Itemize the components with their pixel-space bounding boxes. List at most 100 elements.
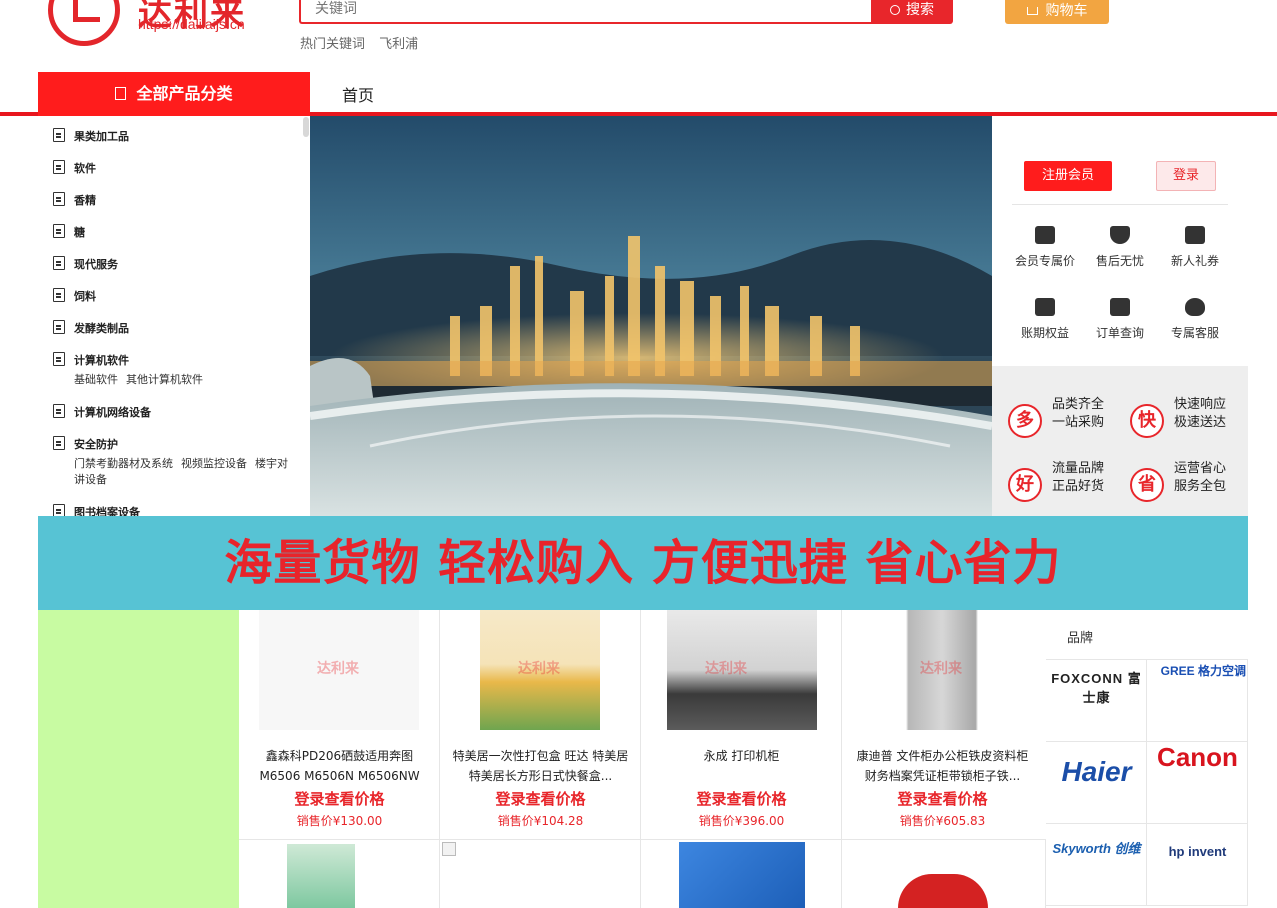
- category-item[interactable]: 现代服务: [50, 256, 300, 276]
- watermark-logo: 达利来: [705, 661, 747, 677]
- login-to-view-price[interactable]: 登录查看价格: [842, 788, 1043, 809]
- document-icon: [53, 436, 65, 450]
- hot-keywords-label: 热门关键词: [300, 37, 366, 52]
- product-card[interactable]: [842, 840, 1046, 908]
- promo-badge-icon: 省: [1130, 468, 1164, 502]
- brand-logo[interactable]: Haier: [1046, 742, 1147, 824]
- member-benefit[interactable]: 账期权益: [1010, 298, 1080, 341]
- document-icon: [53, 224, 65, 238]
- headset-icon: [1185, 298, 1205, 316]
- product-name[interactable]: 永成 打印机柜: [653, 746, 830, 786]
- product-name[interactable]: 康迪普 文件柜办公柜铁皮资料柜财务档案凭证柜带锁柜子铁...: [854, 746, 1031, 786]
- hot-keyword-link[interactable]: 飞利浦: [379, 37, 418, 52]
- category-item[interactable]: 计算机软件基础软件 其他计算机软件: [50, 352, 300, 402]
- category-name[interactable]: 果类加工品: [74, 128, 129, 144]
- brand-name: FOXCONN 富士康: [1051, 671, 1142, 705]
- product-image: [679, 842, 805, 908]
- product-name[interactable]: 鑫森科PD206硒鼓适用奔图M6506 M6506N M6506NW M6...: [251, 746, 428, 786]
- category-name[interactable]: 香精: [74, 192, 96, 208]
- category-name[interactable]: 糖: [74, 224, 85, 240]
- member-benefit[interactable]: 新人礼券: [1160, 226, 1230, 269]
- category-name[interactable]: 现代服务: [74, 256, 118, 272]
- category-name[interactable]: 软件: [74, 160, 96, 176]
- crown-icon: [1035, 298, 1055, 316]
- member-benefit[interactable]: 售后无忧: [1085, 226, 1155, 269]
- product-name[interactable]: 特美居一次性打包盒 旺达 特美居 特美居长方形日式快餐盒...: [452, 746, 629, 786]
- promo-line1: 流量品牌: [1052, 461, 1105, 476]
- category-sidebar[interactable]: 果类加工品 软件 香精糖现代服务 饲料 发酵类制品 计算机软件 基础软件 其他计算机软件 计算机…: [38, 116, 310, 516]
- brand-logo[interactable]: Canon: [1147, 742, 1248, 824]
- document-icon: [53, 288, 65, 302]
- register-button[interactable]: 注册会员: [1024, 161, 1112, 191]
- product-image[interactable]: 达利来: [667, 610, 817, 730]
- member-benefit[interactable]: 订单查询: [1085, 298, 1155, 341]
- category-name[interactable]: 饲料: [74, 288, 96, 304]
- product-image[interactable]: 达利来: [480, 610, 600, 730]
- search-input[interactable]: [299, 0, 873, 24]
- promo-text: 运营省心 服务全包: [1174, 460, 1254, 496]
- promo-badge-icon: 好: [1008, 468, 1042, 502]
- category-name[interactable]: 图书档案设备: [74, 504, 140, 516]
- service-promo-item: 快快速响应 极速送达: [1130, 396, 1250, 440]
- category-item[interactable]: 香精: [50, 192, 300, 212]
- product-card[interactable]: 达利来 康迪普 文件柜办公柜铁皮资料柜财务档案凭证柜带锁柜子铁... 登录查看价格销…: [842, 610, 1047, 840]
- login-to-view-price[interactable]: 登录查看价格: [440, 788, 641, 809]
- cart-button[interactable]: 购物车: [1005, 0, 1109, 24]
- all-categories-button[interactable]: 全部产品分类: [38, 72, 310, 116]
- product-image[interactable]: 达利来: [259, 610, 419, 730]
- category-name[interactable]: 计算机网络设备: [74, 404, 151, 420]
- category-item[interactable]: 计算机网络设备: [50, 404, 300, 424]
- product-image[interactable]: 达利来: [882, 610, 1002, 730]
- member-benefit-label: 售后无忧: [1095, 254, 1144, 268]
- login-to-view-price[interactable]: 登录查看价格: [641, 788, 842, 809]
- side-ad-block[interactable]: [38, 610, 239, 908]
- subcategory-link[interactable]: 基础软件: [74, 373, 118, 386]
- watermark-logo: 达利来: [317, 661, 359, 677]
- login-to-view-price[interactable]: 登录查看价格: [239, 788, 440, 809]
- brand-logo[interactable]: hp invent: [1147, 824, 1248, 906]
- brand-name: Canon: [1157, 742, 1238, 772]
- login-button[interactable]: 登录: [1156, 161, 1216, 191]
- product-card[interactable]: 达利来鑫森科PD206硒鼓适用奔图M6506 M6506N M6506NW M6…: [239, 610, 440, 840]
- brand-logo[interactable]: FOXCONN 富士康: [1046, 660, 1147, 742]
- brand-logo[interactable]: GREE 格力空调: [1147, 660, 1248, 742]
- search-button[interactable]: 搜索: [871, 0, 953, 24]
- hero-banner[interactable]: [310, 116, 992, 516]
- member-benefit[interactable]: 会员专属价: [1010, 226, 1080, 269]
- document-icon: [53, 128, 65, 142]
- product-card[interactable]: 达利来 永成 打印机柜 登录查看价格 销售价¥396.00: [641, 610, 842, 840]
- member-benefit-label: 订单查询: [1095, 326, 1144, 340]
- category-name[interactable]: 发酵类制品: [74, 320, 129, 336]
- product-card[interactable]: [239, 840, 440, 908]
- category-item[interactable]: 果类加工品: [50, 128, 300, 148]
- member-benefit[interactable]: 专属客服: [1160, 298, 1230, 341]
- member-benefit-label: 账期权益: [1020, 326, 1069, 340]
- document-icon: [53, 404, 65, 418]
- product-card[interactable]: [641, 840, 842, 908]
- category-item[interactable]: 发酵类制品: [50, 320, 300, 340]
- brand-name: GREE 格力空调: [1160, 664, 1246, 678]
- hot-keywords: 热门关键词 飞利浦: [300, 33, 428, 52]
- subcategory-link[interactable]: 视频监控设备: [181, 457, 247, 470]
- category-name[interactable]: 计算机软件: [74, 352, 129, 368]
- product-card[interactable]: 达利来特美居一次性打包盒 旺达 特美居 特美居长方形日式快餐盒... 登录查看价格…: [440, 610, 641, 840]
- brand-logo[interactable]: Skyworth 创维: [1046, 824, 1147, 906]
- site-logo[interactable]: 达利来 https://dalilaijs.cn: [46, 0, 261, 46]
- subcategory-link[interactable]: 门禁考勤器材及系统: [74, 457, 173, 470]
- category-item[interactable]: 软件: [50, 160, 300, 180]
- promo-badge-icon: 快: [1130, 404, 1164, 438]
- nav-home[interactable]: 首页: [342, 82, 374, 106]
- category-item[interactable]: 糖: [50, 224, 300, 244]
- product-image: [898, 874, 988, 908]
- product-card[interactable]: [440, 840, 641, 908]
- category-item[interactable]: 图书档案设备: [50, 504, 300, 516]
- slogan-banner[interactable]: 海量货物 轻松购入 方便迅捷 省心省力: [38, 516, 1248, 610]
- category-name[interactable]: 安全防护: [74, 436, 118, 452]
- search-button-label: 搜索: [906, 2, 934, 18]
- subcategory-link[interactable]: 其他计算机软件: [126, 373, 203, 386]
- category-item[interactable]: 安全防护 门禁考勤器材及系统 视频监控设备 楼宇对讲设备: [50, 436, 300, 486]
- category-scrollbar[interactable]: [303, 117, 309, 137]
- watermark-logo: 达利来: [920, 661, 962, 677]
- category-item[interactable]: 饲料: [50, 288, 300, 308]
- shield-icon: [1110, 226, 1130, 244]
